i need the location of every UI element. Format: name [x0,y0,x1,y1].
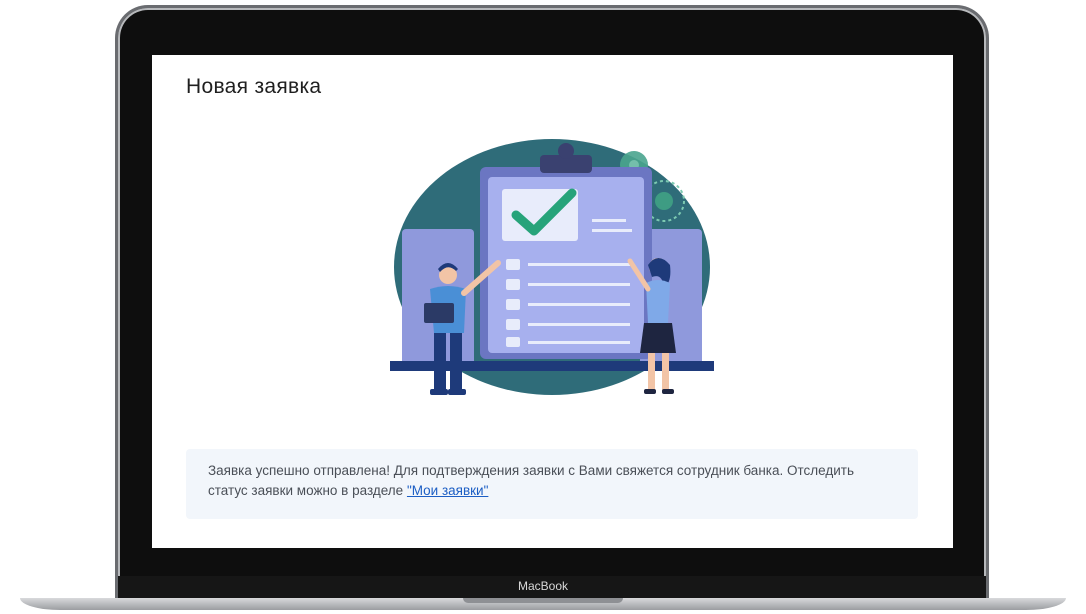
laptop-notch [463,598,623,603]
my-requests-link[interactable]: "Мои заявки" [407,483,488,498]
notice-text: Заявка успешно отправлена! Для подтвержд… [208,463,854,498]
success-notice: Заявка успешно отправлена! Для подтвержд… [186,449,918,519]
brand-label: MacBook [517,579,569,593]
app-screen: Новая заявка Заявка успешно отправлена! … [152,55,953,548]
macbook-mockup: Новая заявка Заявка успешно отправлена! … [0,0,1086,614]
page-title: Новая заявка [186,75,322,98]
success-illustration [390,139,714,395]
